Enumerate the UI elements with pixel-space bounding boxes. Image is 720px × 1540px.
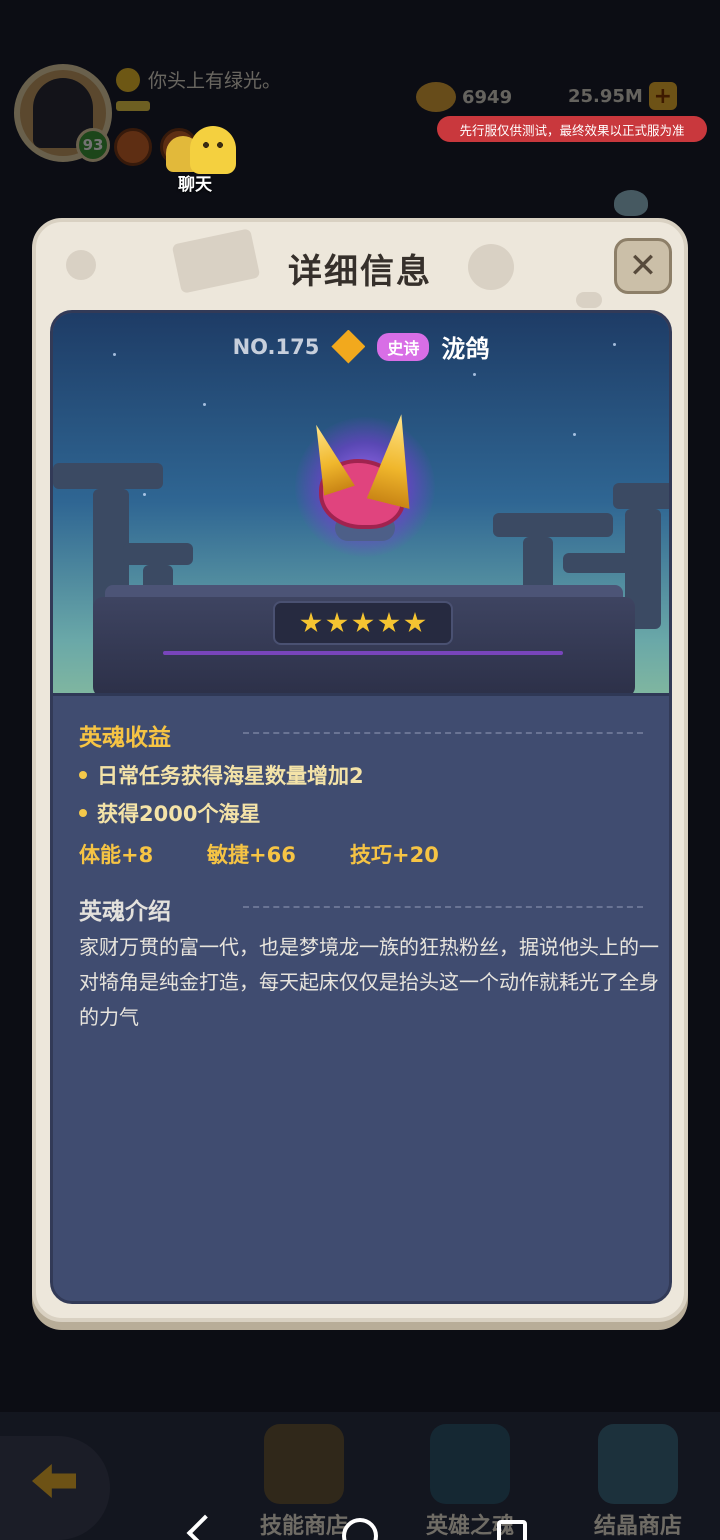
chat-button[interactable]: 聊天: [162, 124, 242, 195]
hero-detail-panel: NO.175 史诗 泷鸽 英魂收益 日常任务获得海星数量增加2 获得2000个海…: [50, 310, 672, 1304]
hero-showcase-scene: NO.175 史诗 泷鸽: [53, 313, 669, 733]
star-icon: [300, 612, 322, 633]
benefit-item: 日常任务获得海星数量增加2: [79, 760, 364, 790]
rarity-badge: 史诗: [377, 332, 430, 361]
benefit-text: 日常任务获得海星数量增加2: [97, 764, 364, 788]
shell-counter: 25.95M +: [568, 82, 677, 216]
star-icon: [404, 612, 426, 633]
stonehenge-rock: [493, 513, 613, 537]
rank-icon: [331, 329, 366, 364]
hero-number: NO.175: [232, 334, 320, 359]
hero-portrait: [289, 407, 439, 557]
stat-agility: 敏捷+66: [207, 843, 296, 867]
hero-name: 泷鸽: [441, 335, 490, 363]
intro-title: 英魂介绍: [79, 899, 171, 925]
divider: [243, 732, 643, 734]
stat-row: 体能+8 敏捷+66 技巧+20: [79, 839, 439, 869]
status-bar: [116, 101, 150, 111]
platform-glow: [163, 651, 563, 655]
stonehenge-rock: [613, 483, 669, 509]
benefit-item: 获得2000个海星: [79, 798, 260, 828]
coin-counter: 6949: [416, 82, 512, 112]
hero-soul-icon: [430, 1424, 510, 1504]
star-icon: [378, 612, 400, 633]
stonehenge-rock: [563, 553, 633, 573]
stonehenge-rock: [123, 543, 193, 565]
coin-amount: 6949: [462, 86, 513, 108]
shell-amount: 25.95M: [568, 85, 643, 107]
skill-shop-icon: [264, 1424, 344, 1504]
ghost-icon: [190, 126, 236, 174]
hero-info-section: 英魂收益 日常任务获得海星数量增加2 获得2000个海星 体能+8 敏捷+66 …: [53, 693, 669, 1301]
stonehenge-rock: [53, 463, 163, 489]
decoration: [576, 292, 602, 308]
crystal-shop-icon: [598, 1424, 678, 1504]
chat-label: 聊天: [178, 175, 212, 195]
emoji-icon: [116, 67, 140, 92]
coin-icon: [416, 82, 456, 112]
detail-modal: 详细信息 ✕ NO.175 史诗 泷鸽 英魂收益 日常任务获得海星数量增加2 获…: [32, 218, 688, 1322]
star-icon: [352, 612, 374, 633]
benefit-text: 获得2000个海星: [97, 802, 261, 826]
intro-text: 家财万贯的富一代，也是梦境龙一族的狂热粉丝，据说他头上的一对犄角是纯金打造，每天…: [79, 935, 659, 1029]
chat-preview[interactable]: 你头上有绿光。: [116, 66, 281, 93]
benefits-title: 英魂收益: [79, 725, 171, 751]
modal-title: 详细信息: [288, 252, 432, 292]
bullet-icon: [79, 809, 87, 817]
stat-stamina: 体能+8: [79, 843, 154, 867]
shell-icon: [614, 190, 648, 216]
bullet-icon: [79, 771, 87, 779]
system-recent-icon[interactable]: [497, 1520, 527, 1540]
system-back-icon[interactable]: [186, 1514, 224, 1540]
close-icon: ✕: [628, 246, 658, 286]
back-arrow-icon: [32, 1464, 76, 1498]
test-server-notice: 先行服仅供测试，最终效果以正式服为准: [437, 116, 707, 142]
buff-icon: [114, 128, 152, 166]
stat-skill: 技巧+20: [350, 843, 439, 867]
chat-preview-text: 你头上有绿光。: [148, 70, 282, 92]
system-home-icon[interactable]: [342, 1518, 378, 1540]
star-rating: [273, 601, 453, 645]
add-currency-button[interactable]: +: [648, 82, 677, 110]
system-nav-bar: [0, 1512, 720, 1540]
star-icon: [326, 612, 348, 633]
level-badge: 93: [76, 128, 110, 162]
hero-header: NO.175 史诗 泷鸽: [53, 329, 669, 364]
close-button[interactable]: ✕: [614, 238, 672, 294]
divider: [243, 906, 643, 908]
